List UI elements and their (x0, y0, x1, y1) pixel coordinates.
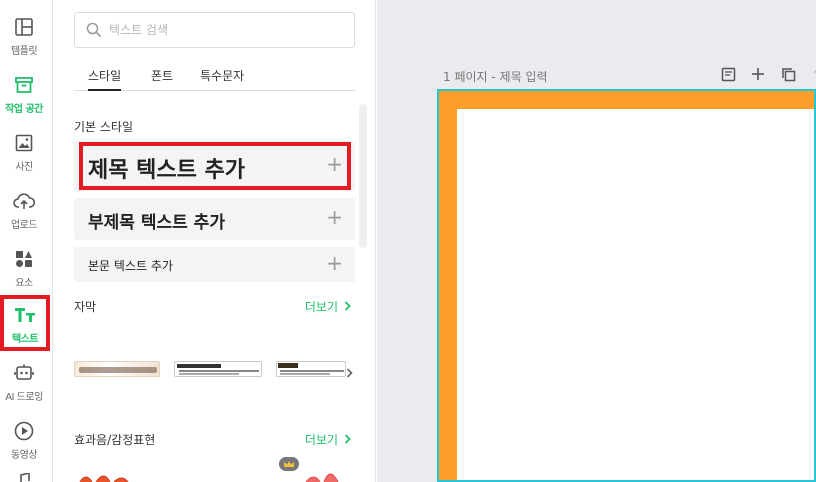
rail-label-elements: 요소 (15, 278, 33, 289)
rail-label-video: 동영상 (10, 450, 38, 461)
subtitle-carousel (74, 356, 364, 384)
panel-scrollbar[interactable] (359, 104, 367, 248)
rail-label-text: 텍스트 (11, 334, 39, 345)
subtitle-thumbnail[interactable] (174, 361, 262, 377)
sfx-more-label: 더보기 (304, 433, 338, 447)
design-page[interactable] (437, 89, 816, 482)
add-subheading-button[interactable]: 부제목 텍스트 추가 + (74, 198, 355, 240)
photo-icon (13, 132, 35, 154)
tab-font[interactable]: 폰트 (151, 67, 173, 91)
workspace-box-icon (13, 74, 35, 96)
tab-style[interactable]: 스타일 (88, 67, 122, 91)
basic-style-title: 기본 스타일 (74, 120, 134, 134)
rail-label-photo: 사진 (15, 162, 33, 173)
ai-robot-icon (13, 362, 35, 384)
page-toolbar (720, 66, 816, 82)
page-title-label[interactable]: 1 페이지 - 제목 입력 (443, 68, 548, 85)
subtitle-thumbnail[interactable] (74, 361, 160, 377)
elements-shapes-icon (13, 248, 35, 270)
search-icon (86, 22, 102, 42)
add-body-text-button[interactable]: 본문 텍스트 추가 + (74, 247, 355, 282)
text-tt-icon (14, 304, 36, 326)
add-body-text-label: 본문 텍스트 추가 (88, 259, 173, 273)
subtitle-more-link[interactable]: 더보기 (305, 298, 351, 315)
search-input[interactable] (109, 21, 339, 39)
add-heading-button[interactable]: 제목 텍스트 추가 + (74, 141, 355, 191)
move-up-icon[interactable] (810, 66, 816, 82)
editor-app: 템플릿 작업 공간 사진 업로드 요소 텍스트 AI 드로잉 동영상 텍스트 검… (0, 0, 816, 482)
rail-label-workspace: 작업 공간 (5, 104, 43, 115)
plus-icon: + (326, 205, 343, 229)
duplicate-page-icon[interactable] (780, 66, 796, 82)
template-icon (13, 16, 35, 38)
rail-label-template: 템플릿 (10, 46, 38, 57)
premium-crown-icon (279, 456, 299, 475)
left-rail: 템플릿 작업 공간 사진 업로드 요소 텍스트 AI 드로잉 동영상 (0, 0, 53, 482)
rail-item-video[interactable]: 동영상 (0, 414, 48, 470)
add-heading-label: 제목 텍스트 추가 (88, 158, 245, 183)
music-icon (14, 472, 34, 482)
subtitle-more-label: 더보기 (304, 300, 338, 314)
rail-label-ai-drawing: AI 드로잉 (5, 392, 43, 403)
search-box[interactable] (74, 12, 355, 48)
rail-label-upload: 업로드 (10, 220, 38, 231)
page-memo-icon[interactable] (720, 66, 736, 82)
sfx-carousel (74, 457, 364, 482)
upload-cloud-icon (13, 190, 35, 212)
sfx-section-title: 효과음/감정표현 (74, 433, 156, 447)
rail-item-text[interactable]: 텍스트 (0, 295, 50, 351)
carousel-next-icon[interactable] (346, 363, 353, 382)
rail-item-ai-drawing[interactable]: AI 드로잉 (0, 356, 48, 412)
video-play-icon (13, 420, 35, 442)
canvas-workspace: 1 페이지 - 제목 입력 (377, 0, 816, 482)
text-panel: 스타일 폰트 특수문자 기본 스타일 제목 텍스트 추가 + 부제목 텍스트 추… (54, 0, 376, 482)
rail-item-workspace[interactable]: 작업 공간 (0, 68, 48, 124)
sfx-more-link[interactable]: 더보기 (305, 431, 351, 448)
add-page-icon[interactable] (750, 66, 766, 82)
chevron-right-icon (344, 433, 351, 447)
plus-icon: + (326, 251, 343, 275)
rail-item-elements[interactable]: 요소 (0, 242, 48, 298)
rail-item-partial[interactable] (14, 472, 34, 482)
rail-item-photo[interactable]: 사진 (0, 126, 48, 182)
page-content-area[interactable] (457, 109, 814, 480)
chevron-right-icon (344, 300, 351, 314)
rail-item-upload[interactable]: 업로드 (0, 184, 48, 240)
subtitle-section-title: 자막 (74, 300, 97, 314)
panel-tabs: 스타일 폰트 특수문자 (74, 64, 356, 91)
subtitle-thumbnail[interactable] (276, 361, 346, 377)
tab-special-characters[interactable]: 특수문자 (200, 67, 244, 91)
rail-item-template[interactable]: 템플릿 (0, 10, 48, 66)
add-subheading-label: 부제목 텍스트 추가 (88, 213, 225, 233)
plus-icon: + (326, 152, 343, 176)
